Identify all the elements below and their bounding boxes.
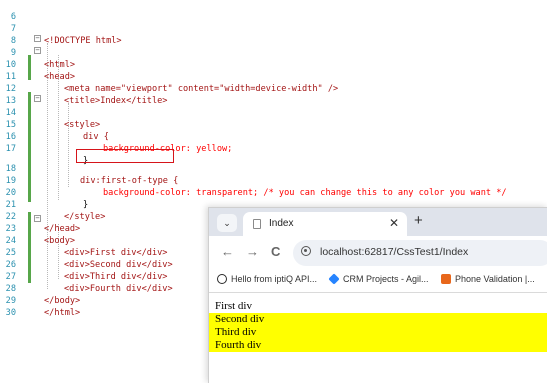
bookmark-item[interactable]: Phone Validation |... (441, 274, 535, 284)
b-logo-icon (441, 274, 451, 284)
code-text: </html> (44, 308, 81, 318)
diamond-icon (328, 273, 340, 285)
code-line: 8 (0, 23, 547, 46)
second-div: Second div (209, 313, 547, 326)
bookmark-item[interactable]: CRM Projects - Agil... (328, 273, 429, 285)
q-logo-icon (217, 274, 227, 284)
code-line: 9 <html> (0, 35, 547, 70)
url-text: localhost:62817/CssTest1/Index (320, 246, 469, 258)
close-icon[interactable]: ✕ (389, 216, 399, 230)
site-info-icon[interactable] (301, 246, 311, 256)
code-line: 12 <title>Index</title> (0, 71, 547, 106)
bookmark-label: Phone Validation |... (455, 274, 535, 284)
reload-button[interactable]: C (271, 244, 280, 259)
bookmark-label: CRM Projects - Agil... (343, 274, 429, 284)
selector-highlight-box (76, 149, 174, 163)
code-line: 21 </style> (0, 187, 547, 222)
address-bar[interactable]: localhost:62817/CssTest1/Index (293, 240, 547, 266)
line-number: 30 (5, 308, 16, 318)
bookmark-label: Hello from iptiQ API... (231, 274, 318, 284)
code-line: 11 <meta name="viewport" content="width=… (0, 59, 547, 94)
code-line: 7 <!DOCTYPE html> (0, 11, 547, 46)
third-div: Third div (209, 326, 547, 339)
code-line: 13 (0, 83, 547, 106)
code-line: 17 } (0, 131, 547, 166)
code-line: 20 } (0, 175, 547, 210)
code-line: 15 div { (0, 107, 547, 142)
tab-title: Index (269, 218, 294, 229)
code-line: 10 <head> (0, 47, 547, 82)
browser-window: ⌄ Index ✕ + ← → C localhost:62817/CssTes… (208, 207, 547, 383)
tab-index[interactable]: Index ✕ (243, 212, 407, 236)
new-tab-button[interactable]: + (414, 212, 423, 229)
bookmark-item[interactable]: Hello from iptiQ API... (217, 274, 317, 284)
forward-button[interactable]: → (246, 244, 259, 259)
code-line: 6 (0, 0, 547, 22)
tab-search-button[interactable]: ⌄ (217, 214, 237, 232)
code-line: 16 background-color: yellow; (0, 119, 547, 154)
code-line: 14 <style> (0, 95, 547, 130)
first-div: First div (215, 300, 252, 312)
bookmarks-bar: Hello from iptiQ API... CRM Projects - A… (209, 270, 547, 293)
page-content: First div Second div Third div Fourth di… (209, 293, 547, 383)
code-line: 19 background-color: transparent; /* you… (0, 163, 547, 198)
browser-toolbar: ← → C localhost:62817/CssTest1/Index (209, 236, 547, 270)
fourth-div: Fourth div (209, 339, 547, 352)
back-button[interactable]: ← (221, 244, 234, 259)
page-icon (253, 219, 261, 229)
tab-bar: ⌄ Index ✕ + (209, 208, 547, 236)
